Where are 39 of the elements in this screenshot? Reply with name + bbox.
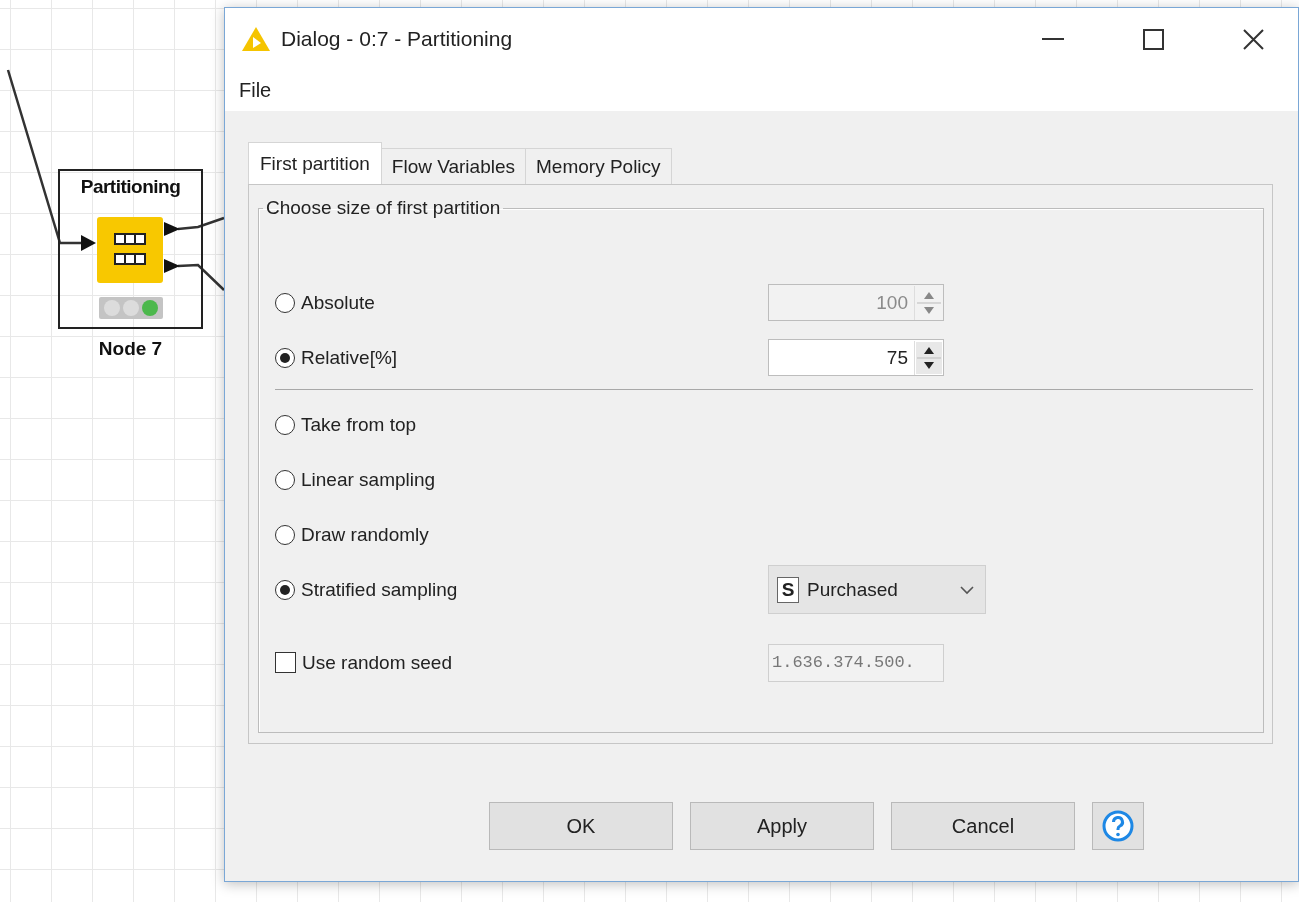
connection-line	[177, 216, 225, 231]
node-drawing[interactable]	[81, 217, 180, 283]
radio-button[interactable]	[275, 292, 295, 313]
radio-label: Stratified sampling	[301, 578, 458, 601]
group-title: Choose size of first partition	[265, 197, 502, 219]
menu-item[interactable]: File	[239, 79, 272, 102]
help-button[interactable]	[1092, 802, 1144, 850]
close-icon	[1242, 28, 1264, 50]
stepper-icon[interactable]	[914, 340, 943, 375]
checkbox-label: Use random seed	[302, 651, 452, 674]
radio-label: Linear sampling	[301, 468, 436, 491]
window-title: Dialog - 0:7 - Partitioning	[281, 27, 514, 51]
checkbox[interactable]	[275, 652, 296, 673]
help-icon	[1101, 809, 1135, 843]
column-dropdown[interactable]: S Purchased	[768, 565, 986, 614]
radio-label: Take from top	[301, 413, 417, 436]
dialog-button[interactable]: OK	[489, 802, 673, 850]
radio-button[interactable]	[275, 414, 295, 435]
type-badge: S	[777, 576, 799, 603]
node-frame[interactable]	[58, 169, 203, 329]
node-label: Node 7	[97, 338, 164, 360]
radio-label: Relative[%]	[301, 346, 398, 369]
number-field[interactable]: 75	[768, 339, 944, 376]
triangle-icon	[241, 26, 271, 52]
maximize-icon	[1142, 28, 1164, 50]
radio-label: Absolute	[301, 291, 375, 314]
radio-button[interactable]	[275, 524, 295, 545]
seed-field[interactable]: 1.636.374.500.	[768, 643, 944, 682]
tab[interactable]: First partition	[248, 142, 382, 184]
connection-line	[177, 263, 225, 291]
minimize-icon	[1042, 38, 1064, 40]
radio-label: Draw randomly	[301, 523, 429, 546]
node-title: Partitioning	[79, 176, 182, 198]
dialog-button[interactable]: Apply	[690, 802, 874, 850]
radio-button[interactable]	[275, 347, 295, 368]
radio-button[interactable]	[275, 469, 295, 490]
tab[interactable]: Memory Policy	[525, 148, 672, 184]
dialog-button[interactable]: Cancel	[891, 802, 1075, 850]
radio-button[interactable]	[275, 579, 295, 600]
